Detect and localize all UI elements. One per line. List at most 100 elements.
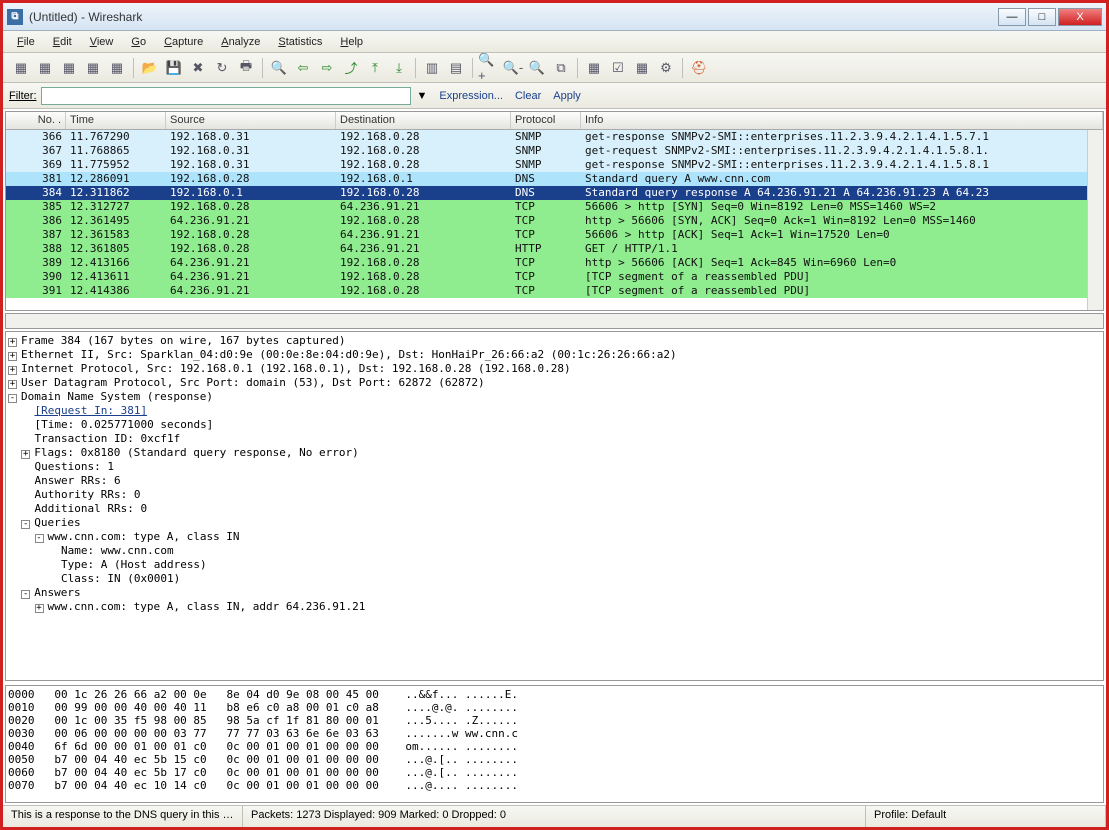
zoom-reset-icon[interactable]: 🔍 [526,57,548,79]
expand-icon[interactable]: + [8,380,17,389]
clear-link[interactable]: Clear [515,90,541,102]
menu-analyze[interactable]: Analyze [213,34,268,50]
packet-row[interactable]: 36611.767290192.168.0.31192.168.0.28SNMP… [6,130,1103,144]
packet-row[interactable]: 39012.41361164.236.91.21192.168.0.28TCP[… [6,270,1103,284]
menu-edit[interactable]: Edit [45,34,80,50]
filter-input[interactable] [41,87,411,105]
hex-row[interactable]: 0030 00 06 00 00 00 00 03 77 77 77 03 63… [8,727,1101,740]
packet-list-pane[interactable]: No. . Time Source Destination Protocol I… [5,111,1104,311]
expand-icon[interactable]: + [21,450,30,459]
save-icon[interactable]: 💾 [163,57,185,79]
menu-capture[interactable]: Capture [156,34,211,50]
close-file-icon[interactable]: ✖ [187,57,209,79]
goto-icon[interactable]: ⤴ [340,57,362,79]
expand-icon[interactable]: + [8,366,17,375]
help-icon[interactable]: ⛑ [688,57,710,79]
expand-icon[interactable]: + [8,338,17,347]
hex-row[interactable]: 0000 00 1c 26 26 66 a2 00 0e 8e 04 d0 9e… [8,688,1101,701]
forward-icon[interactable]: ⇨ [316,57,338,79]
packet-row[interactable]: 39112.41438664.236.91.21192.168.0.28TCP[… [6,284,1103,298]
tree-query-type[interactable]: Type: A (Host address) [8,558,1101,572]
hex-row[interactable]: 0010 00 99 00 00 40 00 40 11 b8 e6 c0 a8… [8,701,1101,714]
interfaces-icon[interactable]: ▦ [10,57,32,79]
print-icon[interactable]: 🖶 [235,57,257,79]
tree-additional-rrs[interactable]: Additional RRs: 0 [8,502,1101,516]
scrollbar-horizontal[interactable] [5,313,1104,329]
tree-queries[interactable]: -Queries [8,516,1101,530]
hex-row[interactable]: 0050 b7 00 04 40 ec 5b 15 c0 0c 00 01 00… [8,753,1101,766]
options-icon[interactable]: ▦ [34,57,56,79]
tree-questions[interactable]: Questions: 1 [8,460,1101,474]
col-no[interactable]: No. . [6,112,66,129]
capture-filters-icon[interactable]: ▦ [583,57,605,79]
packet-row[interactable]: 36711.768865192.168.0.31192.168.0.28SNMP… [6,144,1103,158]
col-time[interactable]: Time [66,112,166,129]
filter-dropdown-icon[interactable]: ▼ [417,90,428,102]
autoscroll-icon[interactable]: ▤ [445,57,467,79]
packet-list-body[interactable]: 36611.767290192.168.0.31192.168.0.28SNMP… [6,130,1103,310]
collapse-icon[interactable]: - [35,534,44,543]
apply-link[interactable]: Apply [553,90,581,102]
tree-request-in[interactable]: [Request In: 381] [8,404,1101,418]
tree-flags[interactable]: +Flags: 0x8180 (Standard query response,… [8,446,1101,460]
tree-answers[interactable]: -Answers [8,586,1101,600]
maximize-button[interactable]: □ [1028,8,1056,26]
start-capture-icon[interactable]: ▦ [58,57,80,79]
hex-row[interactable]: 0020 00 1c 00 35 f5 98 00 85 98 5a cf 1f… [8,714,1101,727]
title-bar[interactable]: ⧉ (Untitled) - Wireshark — □ X [3,3,1106,31]
packet-row[interactable]: 36911.775952192.168.0.31192.168.0.28SNMP… [6,158,1103,172]
find-icon[interactable]: 🔍 [268,57,290,79]
packet-row[interactable]: 38612.36149564.236.91.21192.168.0.28TCPh… [6,214,1103,228]
tree-ethernet[interactable]: +Ethernet II, Src: Sparklan_04:d0:9e (00… [8,348,1101,362]
collapse-icon[interactable]: - [21,590,30,599]
tree-frame[interactable]: +Frame 384 (167 bytes on wire, 167 bytes… [8,334,1101,348]
hex-row[interactable]: 0060 b7 00 04 40 ec 5b 17 c0 0c 00 01 00… [8,766,1101,779]
packet-row[interactable]: 38712.361583192.168.0.2864.236.91.21TCP5… [6,228,1103,242]
display-filters-icon[interactable]: ☑ [607,57,629,79]
restart-capture-icon[interactable]: ▦ [106,57,128,79]
first-icon[interactable]: ⤒ [364,57,386,79]
col-info[interactable]: Info [581,112,1103,129]
tree-query-class[interactable]: Class: IN (0x0001) [8,572,1101,586]
menu-view[interactable]: View [82,34,122,50]
hex-row[interactable]: 0040 6f 6d 00 00 01 00 01 c0 0c 00 01 00… [8,740,1101,753]
resize-cols-icon[interactable]: ⧉ [550,57,572,79]
open-icon[interactable]: 📂 [139,57,161,79]
tree-ip[interactable]: +Internet Protocol, Src: 192.168.0.1 (19… [8,362,1101,376]
stop-capture-icon[interactable]: ▦ [82,57,104,79]
packet-row[interactable]: 38112.286091192.168.0.28192.168.0.1DNSSt… [6,172,1103,186]
tree-dns[interactable]: -Domain Name System (response) [8,390,1101,404]
tree-authority-rrs[interactable]: Authority RRs: 0 [8,488,1101,502]
reload-icon[interactable]: ↻ [211,57,233,79]
packet-details-pane[interactable]: +Frame 384 (167 bytes on wire, 167 bytes… [5,331,1104,681]
close-button[interactable]: X [1058,8,1102,26]
tree-answer-0[interactable]: +www.cnn.com: type A, class IN, addr 64.… [8,600,1101,614]
collapse-icon[interactable]: - [8,394,17,403]
packet-row[interactable]: 38912.41316664.236.91.21192.168.0.28TCPh… [6,256,1103,270]
collapse-icon[interactable]: - [21,520,30,529]
prefs-icon[interactable]: ⚙ [655,57,677,79]
tree-time[interactable]: [Time: 0.025771000 seconds] [8,418,1101,432]
packet-row[interactable]: 38812.361805192.168.0.2864.236.91.21HTTP… [6,242,1103,256]
tree-answer-rrs[interactable]: Answer RRs: 6 [8,474,1101,488]
expand-icon[interactable]: + [35,604,44,613]
packet-row[interactable]: 38412.311862192.168.0.1192.168.0.28DNSSt… [6,186,1103,200]
packet-bytes-pane[interactable]: 0000 00 1c 26 26 66 a2 00 0e 8e 04 d0 9e… [5,685,1104,803]
col-destination[interactable]: Destination [336,112,511,129]
last-icon[interactable]: ⤓ [388,57,410,79]
col-protocol[interactable]: Protocol [511,112,581,129]
col-source[interactable]: Source [166,112,336,129]
packet-row[interactable]: 38512.312727192.168.0.2864.236.91.21TCP5… [6,200,1103,214]
coloring-rules-icon[interactable]: ▦ [631,57,653,79]
menu-file[interactable]: File [9,34,43,50]
menu-go[interactable]: Go [123,34,154,50]
minimize-button[interactable]: — [998,8,1026,26]
zoom-out-icon[interactable]: 🔍- [502,57,524,79]
menu-help[interactable]: Help [332,34,371,50]
zoom-in-icon[interactable]: 🔍+ [478,57,500,79]
tree-query-name[interactable]: Name: www.cnn.com [8,544,1101,558]
menu-statistics[interactable]: Statistics [270,34,330,50]
scrollbar-vertical[interactable] [1087,130,1103,310]
hex-row[interactable]: 0070 b7 00 04 40 ec 10 14 c0 0c 00 01 00… [8,779,1101,792]
expression-link[interactable]: Expression... [439,90,503,102]
